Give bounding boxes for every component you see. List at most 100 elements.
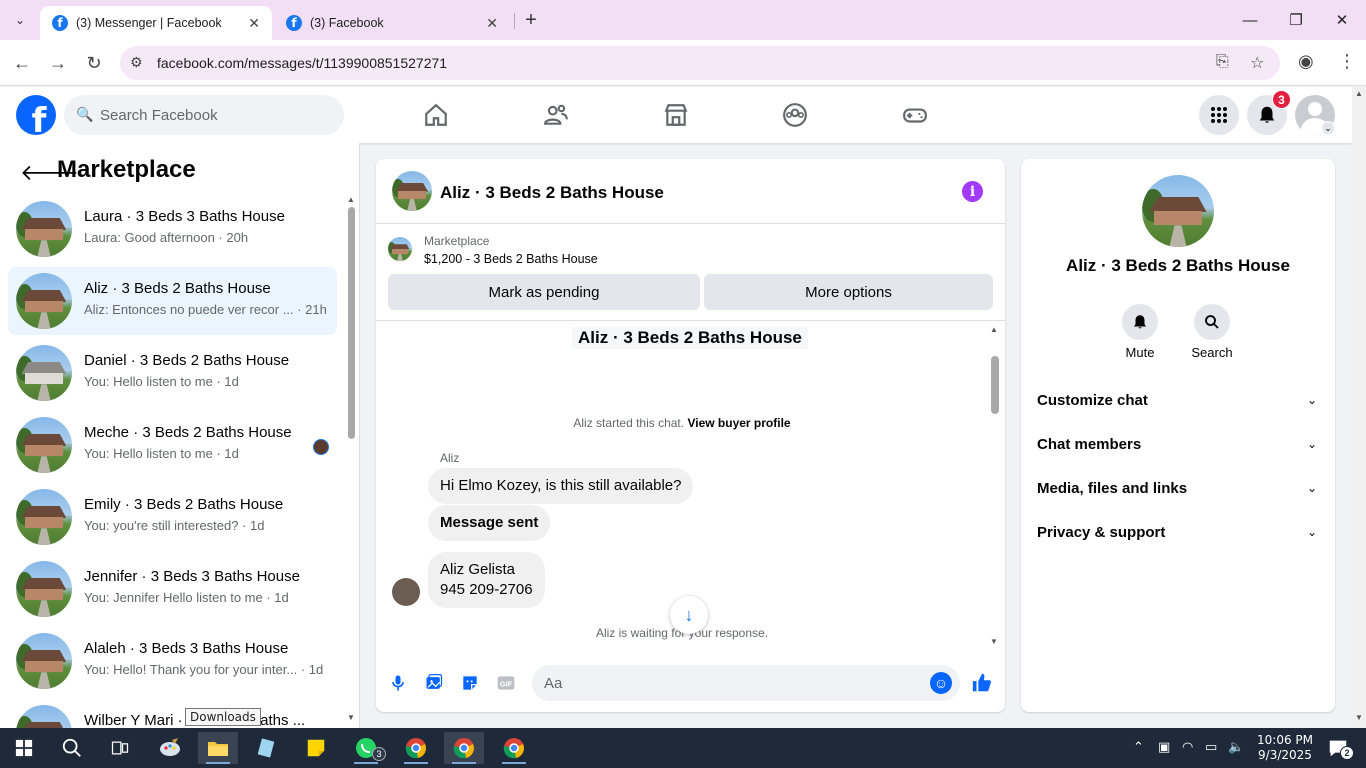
menu-kebab-icon[interactable]: ⋮ bbox=[1338, 51, 1356, 72]
bell-icon bbox=[1259, 106, 1275, 123]
tab-messenger[interactable]: f (3) Messenger | Facebook ✕ bbox=[40, 6, 272, 40]
tray-overflow-icon[interactable]: ⌃ bbox=[1133, 739, 1144, 755]
install-app-icon[interactable]: ⎘ bbox=[1216, 53, 1229, 71]
chrome-profile-icon[interactable] bbox=[396, 732, 436, 764]
new-tab-button[interactable]: + bbox=[520, 9, 542, 31]
search-icon[interactable] bbox=[52, 732, 92, 764]
facebook-logo[interactable]: f bbox=[16, 95, 56, 135]
tab-facebook[interactable]: f (3) Facebook ✕ bbox=[274, 6, 510, 40]
close-window-button[interactable]: ✕ bbox=[1330, 8, 1354, 32]
search-conversation-button[interactable] bbox=[1194, 304, 1230, 340]
chat-list-scrollbar[interactable] bbox=[348, 207, 355, 439]
page-scrollbar[interactable]: ▲ ▼ bbox=[1352, 87, 1366, 728]
chat-details-panel: Aliz · 3 Beds 2 Baths House Mute Search … bbox=[1021, 159, 1335, 712]
chat-item-alaleh[interactable]: Alaleh · 3 Beds 3 Baths House You: Hello… bbox=[8, 627, 337, 695]
info-icon[interactable]: i bbox=[962, 181, 983, 202]
meet-now-icon[interactable]: ▣ bbox=[1158, 739, 1170, 755]
chat-item-wilber[interactable]: Wilber Y Mari · 3 Beds 3 Baths ... bbox=[8, 699, 337, 728]
view-buyer-profile-link[interactable]: View buyer profile bbox=[687, 416, 790, 430]
scroll-down-arrow[interactable]: ▼ bbox=[347, 713, 355, 722]
listing-thumbnail bbox=[16, 489, 72, 545]
file-explorer-icon[interactable] bbox=[198, 732, 238, 764]
address-bar[interactable]: ⚙ facebook.com/messages/t/11399008515272… bbox=[120, 46, 1280, 80]
menu-grid-button[interactable] bbox=[1199, 95, 1239, 135]
listing-price-title[interactable]: $1,200 - 3 Beds 2 Baths House bbox=[424, 252, 598, 266]
scroll-down-arrow[interactable]: ▼ bbox=[990, 637, 998, 646]
profile-icon[interactable]: ◉ bbox=[1298, 51, 1314, 72]
message-composer[interactable]: ☺ bbox=[532, 665, 960, 701]
listing-thumbnail bbox=[16, 633, 72, 689]
scroll-to-bottom-button[interactable]: ↓ bbox=[670, 596, 708, 634]
customize-chat-section[interactable]: Customize chat ⌄ bbox=[1029, 381, 1327, 421]
forward-button[interactable]: → bbox=[46, 51, 70, 75]
more-options-button[interactable]: More options bbox=[704, 274, 993, 310]
wifi-icon[interactable]: ◠ bbox=[1182, 739, 1193, 755]
paint-app-icon[interactable] bbox=[150, 732, 190, 764]
search-input[interactable] bbox=[100, 95, 330, 135]
photo-icon[interactable] bbox=[422, 671, 446, 695]
volume-icon[interactable]: 🔈 bbox=[1228, 739, 1244, 755]
reload-button[interactable]: ↻ bbox=[82, 51, 106, 75]
svg-text:GIF: GIF bbox=[500, 679, 513, 688]
microphone-icon[interactable] bbox=[386, 671, 410, 695]
task-view-icon[interactable] bbox=[100, 732, 140, 764]
chat-item-meche[interactable]: Meche · 3 Beds 2 Baths House You: Hello … bbox=[8, 411, 337, 479]
chrome-second-profile-icon[interactable] bbox=[494, 732, 534, 764]
chevron-down-icon: ⌄ bbox=[1306, 481, 1317, 495]
sticker-icon[interactable] bbox=[458, 671, 482, 695]
listing-thumbnail[interactable] bbox=[388, 237, 412, 261]
bookmark-star-icon[interactable]: ☆ bbox=[1250, 53, 1264, 73]
scroll-down-arrow[interactable]: ▼ bbox=[1355, 713, 1363, 722]
chat-preview: You: Jennifer Hello listen to me · 1d bbox=[84, 590, 289, 605]
chat-item-jennifer[interactable]: Jennifer · 3 Beds 3 Baths House You: Jen… bbox=[8, 555, 337, 623]
minimize-button[interactable]: — bbox=[1238, 8, 1262, 32]
message-bubble[interactable]: Message sent bbox=[428, 505, 551, 541]
emoji-icon[interactable]: ☺ bbox=[930, 672, 952, 694]
restore-button[interactable]: ❐ bbox=[1284, 8, 1308, 32]
sticky-notes-icon[interactable] bbox=[296, 732, 336, 764]
tab-search-button[interactable]: ⌄ bbox=[8, 8, 32, 32]
close-tab-icon[interactable]: ✕ bbox=[248, 15, 260, 32]
battery-icon[interactable]: ▭ bbox=[1205, 739, 1217, 755]
message-bubble[interactable]: Hi Elmo Kozey, is this still available? bbox=[428, 468, 694, 504]
chat-members-section[interactable]: Chat members ⌄ bbox=[1029, 425, 1327, 465]
chat-item-daniel[interactable]: Daniel · 3 Beds 2 Baths House You: Hello… bbox=[8, 339, 337, 407]
listing-heading: Aliz · 3 Beds 2 Baths House bbox=[572, 327, 808, 349]
mute-button[interactable] bbox=[1122, 304, 1158, 340]
message-input[interactable] bbox=[544, 665, 914, 701]
conversation-avatar[interactable] bbox=[392, 171, 432, 211]
scroll-up-arrow[interactable]: ▲ bbox=[990, 325, 998, 334]
sender-avatar[interactable] bbox=[392, 578, 420, 606]
scroll-up-arrow[interactable]: ▲ bbox=[1355, 89, 1363, 98]
conversation-scrollbar[interactable] bbox=[991, 356, 999, 414]
whatsapp-badge: 3 bbox=[372, 747, 386, 761]
facebook-search[interactable]: 🔍 bbox=[64, 95, 344, 135]
marketplace-icon[interactable] bbox=[660, 99, 692, 131]
privacy-support-section[interactable]: Privacy & support ⌄ bbox=[1029, 513, 1327, 553]
scroll-up-arrow[interactable]: ▲ bbox=[347, 195, 355, 204]
message-bubble[interactable]: Aliz Gelista 945 209-2706 bbox=[428, 552, 545, 608]
chevron-down-icon[interactable]: ⌄ bbox=[1321, 121, 1335, 135]
notepad-app-icon[interactable] bbox=[246, 732, 286, 764]
chat-item-laura[interactable]: Laura · 3 Beds 3 Baths House Laura: Good… bbox=[8, 195, 337, 263]
chat-name: Daniel · 3 Beds 2 Baths House bbox=[84, 352, 290, 369]
mark-as-pending-button[interactable]: Mark as pending bbox=[388, 274, 700, 310]
gif-icon[interactable]: GIF bbox=[494, 671, 518, 695]
site-info-icon[interactable]: ⚙ bbox=[130, 54, 143, 71]
groups-icon[interactable] bbox=[779, 99, 811, 131]
chat-item-aliz[interactable]: Aliz · 3 Beds 2 Baths House Aliz: Entonc… bbox=[8, 267, 337, 335]
action-center-icon[interactable]: 2 bbox=[1318, 732, 1358, 764]
close-tab-icon[interactable]: ✕ bbox=[486, 15, 498, 32]
back-button[interactable]: ← bbox=[10, 51, 34, 75]
chrome-active-icon[interactable] bbox=[444, 732, 484, 764]
conversation-title[interactable]: Aliz · 3 Beds 2 Baths House bbox=[440, 183, 664, 203]
media-files-links-section[interactable]: Media, files and links ⌄ bbox=[1029, 469, 1327, 509]
clock[interactable]: 10:06 PM 9/3/2025 bbox=[1248, 733, 1322, 763]
listing-photo[interactable] bbox=[1142, 175, 1214, 247]
gaming-icon[interactable] bbox=[899, 99, 931, 131]
home-icon[interactable] bbox=[420, 99, 452, 131]
windows-start-icon[interactable] bbox=[4, 732, 44, 764]
chat-item-emily[interactable]: Emily · 3 Beds 2 Baths House You: you're… bbox=[8, 483, 337, 551]
friends-icon[interactable] bbox=[540, 99, 572, 131]
thumbs-up-icon[interactable] bbox=[970, 671, 994, 695]
